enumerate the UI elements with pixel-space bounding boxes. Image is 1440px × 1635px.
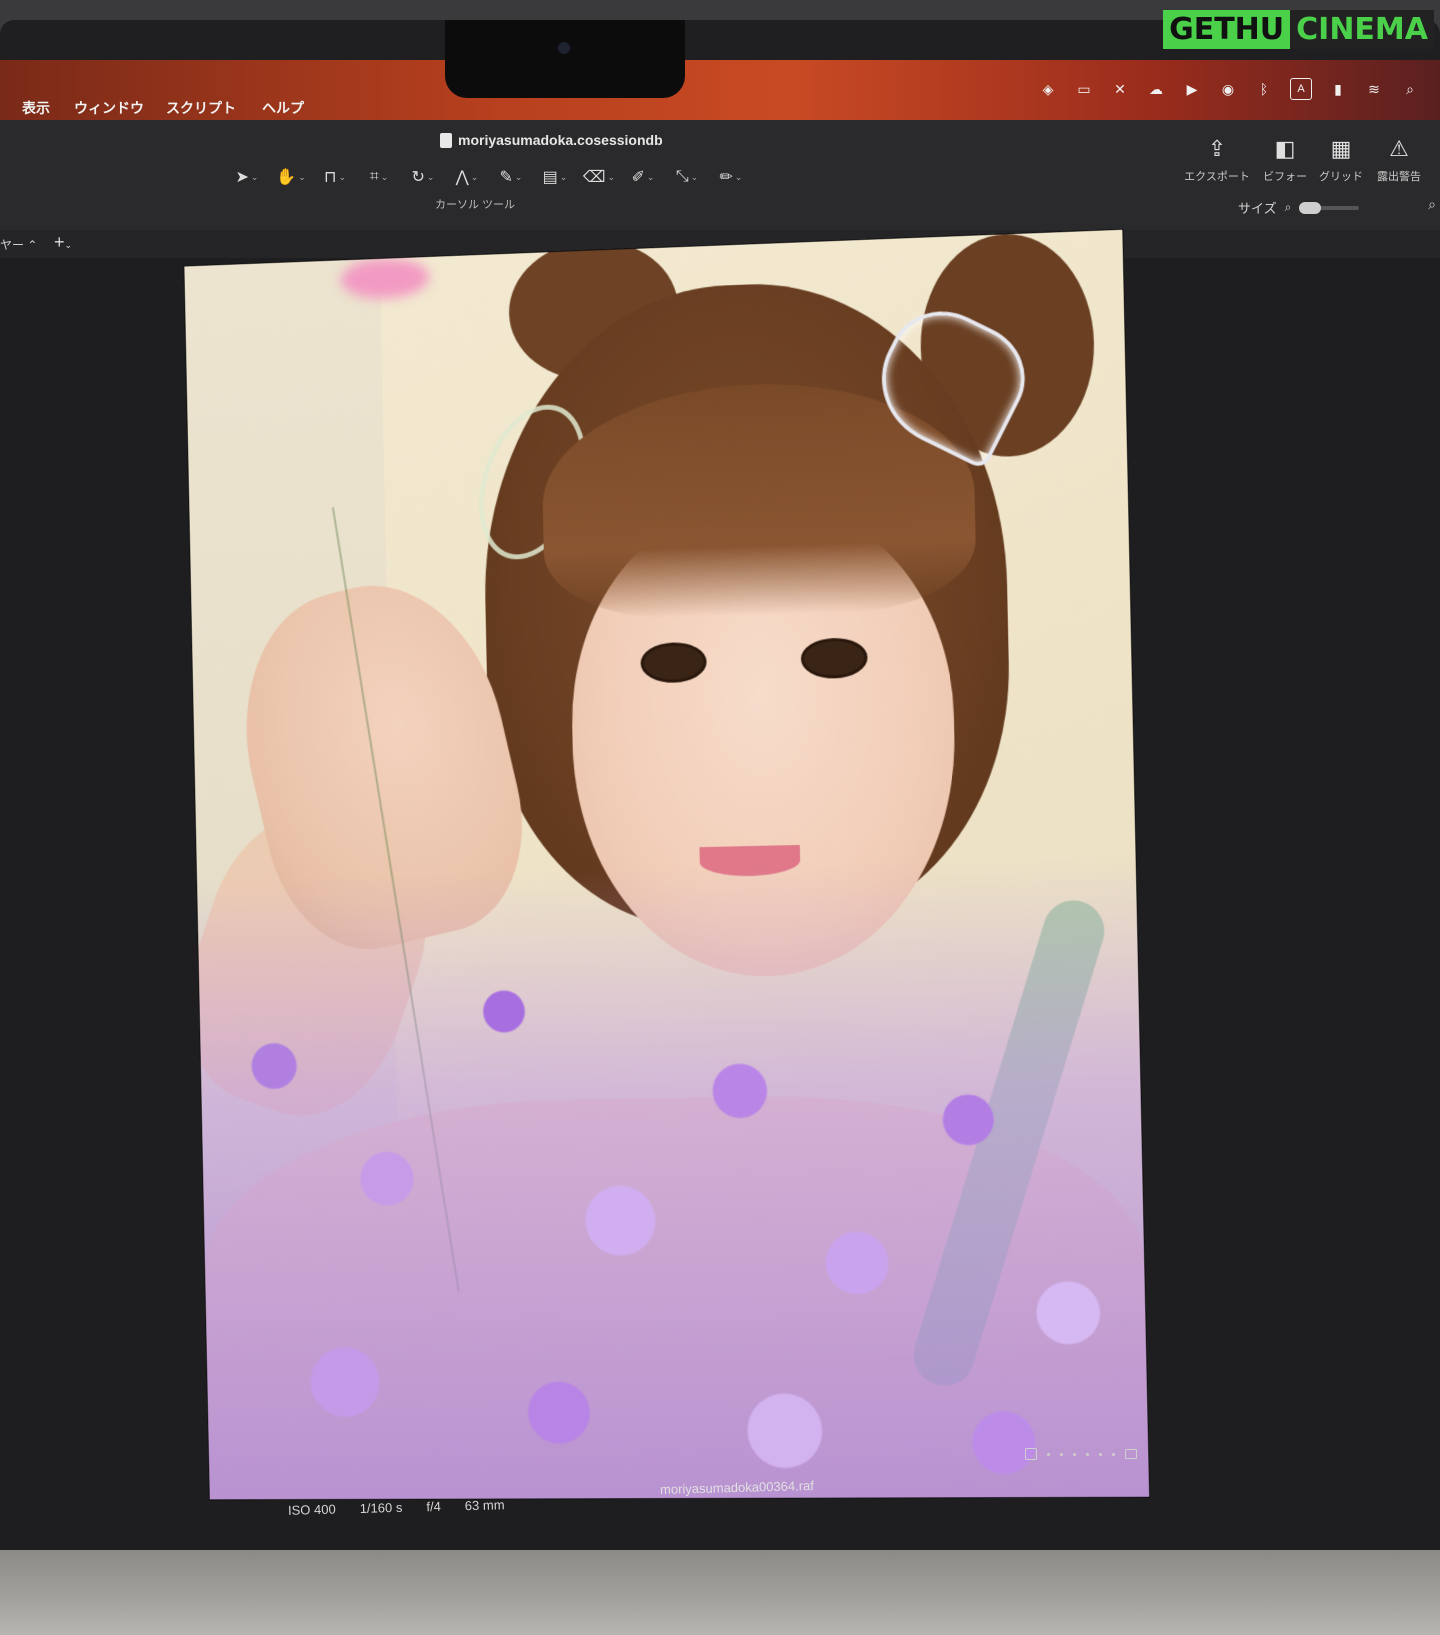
watermark-logo: GETHU CINEMA — [1163, 10, 1434, 49]
photo-preview[interactable] — [184, 229, 1150, 1500]
cursor-tool[interactable]: ➤ ⌄ — [230, 164, 264, 190]
search-icon[interactable]: ⌕ — [1428, 196, 1436, 213]
status-icons: ◈ ▭ ✕ ☁ ▶ ◉ ᛒ A ▮ ≋ ⌕ — [1038, 78, 1420, 100]
screen: 表示 ウィンドウ スクリプト ヘルプ ◈ ▭ ✕ ☁ ▶ ◉ ᛒ A ▮ ≋ ⌕ — [0, 20, 1440, 1550]
document-icon — [440, 132, 452, 148]
butterfly-icon[interactable]: ✕ — [1110, 79, 1130, 99]
size-label: サイズ — [1238, 201, 1277, 216]
laptop-base — [0, 1550, 1440, 1635]
white-balance-picker-tool[interactable]: ⤡ ⌄ — [670, 164, 704, 190]
annotate-tool[interactable]: ✏ ⌄ — [714, 164, 748, 190]
add-layer-label: + — [54, 232, 65, 252]
camera-icon — [558, 42, 570, 54]
battery-icon[interactable]: ▮ — [1328, 79, 1348, 99]
wifi-icon[interactable]: ≋ — [1364, 79, 1384, 99]
page-dot[interactable] — [1047, 1452, 1050, 1456]
photo-filename: moriyasumadoka00364.raf — [659, 1477, 815, 1498]
watermark-right: CINEMA — [1290, 10, 1434, 49]
active-tool-label: カーソル ツール — [435, 199, 516, 211]
zoom-icon: ⌕ — [1284, 200, 1292, 214]
warning-icon: ⚠ — [1389, 136, 1409, 161]
exposure-warning-label: 露出警告 — [1377, 171, 1421, 183]
page-end-icon[interactable] — [1125, 1449, 1137, 1459]
menu-window[interactable]: ウィンドウ — [74, 98, 144, 118]
watermark-left: GETHU — [1163, 10, 1291, 49]
keystone-tool[interactable]: ⋀ ⌄ — [450, 164, 484, 190]
cloud-icon[interactable]: ☁ — [1146, 79, 1166, 99]
export-button[interactable]: ⇪ エクスポート — [1182, 136, 1252, 184]
thumbnail-size-control: サイズ ⌕ — [1238, 198, 1360, 217]
page-dot[interactable] — [1073, 1452, 1076, 1456]
size-slider-thumb[interactable] — [1299, 201, 1322, 214]
menu-help[interactable]: ヘルプ — [262, 98, 304, 118]
hand-tool[interactable]: ✋ ⌄ — [274, 164, 308, 190]
size-slider[interactable] — [1299, 201, 1360, 214]
app-toolbar: moriyasumadoka.cosessiondb ➤ ⌄ ✋ ⌄ ⊓ ⌄ ⌗ ⌄ ↻… — [0, 120, 1440, 231]
document-title: moriyasumadoka.cosessiondb — [440, 132, 663, 148]
exif-focal-length: 63 mm — [464, 1497, 505, 1514]
eraser-tool[interactable]: ⌫ ⌄ — [582, 164, 616, 190]
exif-info: ISO 400 1/160 s f/4 63 mm — [288, 1497, 505, 1518]
menu-script[interactable]: スクリプト — [166, 98, 236, 118]
page-indicator — [1025, 1448, 1137, 1460]
gradient-tool[interactable]: ▤ ⌄ — [538, 164, 572, 190]
chevron-down-icon: ⌄ — [64, 240, 73, 250]
menu-bar: 表示 ウィンドウ スクリプト ヘルプ ◈ ▭ ✕ ☁ ▶ ◉ ᛒ A ▮ ≋ ⌕ — [0, 60, 1440, 120]
page-dot[interactable] — [1060, 1452, 1063, 1456]
dropbox-icon[interactable]: ◈ — [1038, 79, 1058, 99]
document-title-text: moriyasumadoka.cosessiondb — [458, 132, 663, 148]
layer-select-label: ヤー — [0, 238, 25, 252]
layer-select[interactable]: ヤー ⌃ — [0, 236, 37, 253]
camera-notch — [445, 20, 685, 98]
export-label: エクスポート — [1184, 171, 1250, 183]
crop-tool[interactable]: ⌗ ⌄ — [362, 164, 396, 190]
page-dot[interactable] — [1099, 1452, 1102, 1456]
page-dot[interactable] — [1112, 1452, 1115, 1456]
exposure-warning-button[interactable]: ⚠ 露出警告 — [1364, 136, 1434, 184]
photo-flowers — [196, 857, 1150, 1500]
play-icon[interactable]: ▶ — [1182, 79, 1202, 99]
page-dot[interactable] — [1086, 1452, 1089, 1456]
bluetooth-icon[interactable]: ᛒ — [1254, 79, 1274, 99]
exif-aperture: f/4 — [426, 1498, 442, 1515]
spotlight-search-icon[interactable]: ⌕ — [1400, 79, 1420, 99]
tool-row: ➤ ⌄ ✋ ⌄ ⊓ ⌄ ⌗ ⌄ ↻ ⌄ ⋀ ⌄ ✎ ⌄ ▤ ⌄ ⌫ ⌄ ✐ ⌄ ⤡ ⌄ ✏ ⌄ — [230, 164, 748, 190]
photo-info-bar: moriyasumadoka00364.raf ISO 400 1/160 s … — [280, 1448, 1180, 1530]
color-picker-tool[interactable]: ✐ ⌄ — [626, 164, 660, 190]
straighten-tool[interactable]: ⊓ ⌄ — [318, 164, 352, 190]
menu-view[interactable]: 表示 — [22, 98, 50, 118]
exif-iso: ISO 400 — [287, 1501, 336, 1518]
export-icon: ⇪ — [1207, 136, 1227, 161]
add-layer-button[interactable]: +⌄ — [54, 232, 72, 253]
display-icon[interactable]: ▭ — [1074, 79, 1094, 99]
airdrop-icon[interactable]: ◉ — [1218, 79, 1238, 99]
input-source-icon[interactable]: A — [1290, 78, 1312, 100]
laptop: 表示 ウィンドウ スクリプト ヘルプ ◈ ▭ ✕ ☁ ▶ ◉ ᛒ A ▮ ≋ ⌕ — [0, 0, 1440, 1635]
page-square-icon[interactable] — [1025, 1448, 1037, 1460]
exif-shutter: 1/160 s — [359, 1499, 403, 1516]
brush-tool[interactable]: ✎ ⌄ — [494, 164, 528, 190]
rotate-tool[interactable]: ↻ ⌄ — [406, 164, 440, 190]
